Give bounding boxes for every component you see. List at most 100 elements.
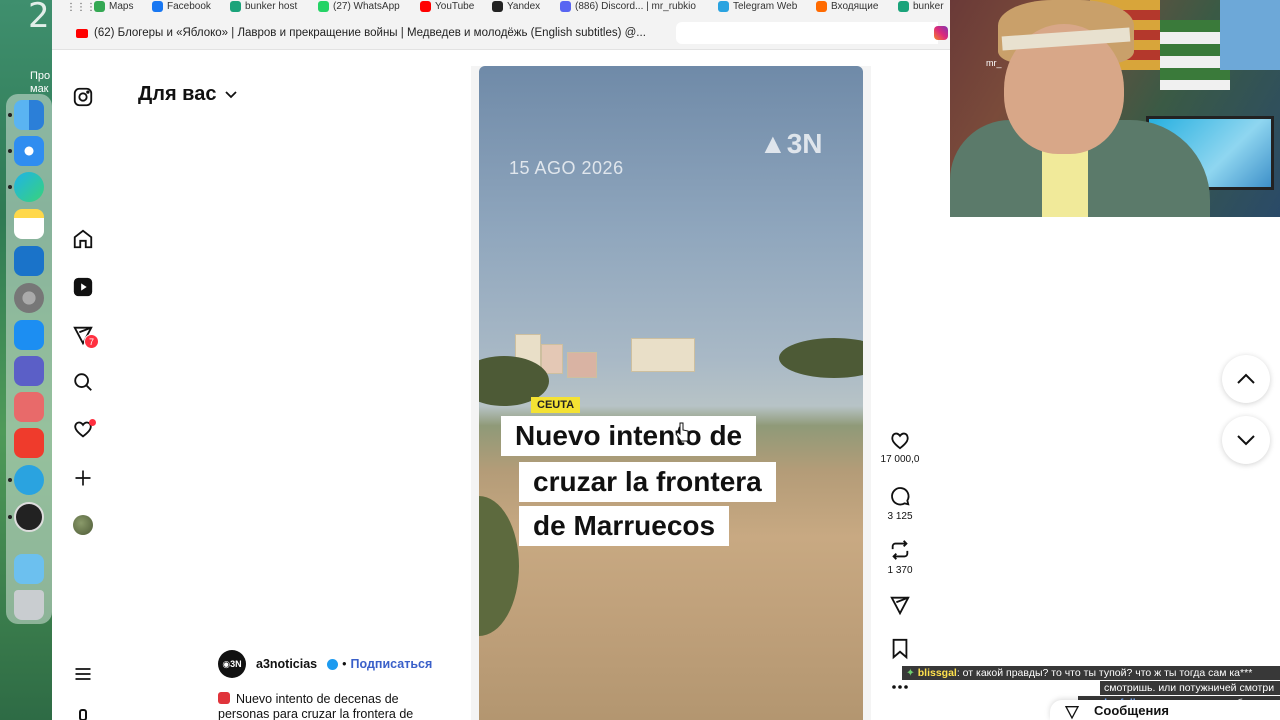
like-button[interactable]: 17 000,0 [876, 430, 924, 465]
reel-video[interactable]: 15 AGO 2026 ▲3N CEUTA Nuevo intento de c… [479, 66, 863, 720]
comment-count: 3 125 [887, 511, 913, 522]
whatsapp-icon [318, 1, 329, 12]
webcam-overlay: mr_ [950, 0, 1280, 217]
a3n-watermark: ▲3N [759, 128, 823, 159]
messages-badge: 7 [84, 334, 99, 349]
running-indicator [8, 185, 12, 189]
browser-tab[interactable]: (62) Блогеры и «Яблоко» | Лавров и прекр… [76, 22, 676, 44]
repost-icon [891, 540, 909, 560]
scenery-building [631, 338, 695, 372]
chevron-down-icon [1237, 435, 1255, 446]
chat-username: blissgal [917, 667, 957, 679]
youtube-favicon-icon [76, 28, 88, 38]
feed-selector[interactable]: Для вас [138, 83, 238, 106]
post-author: ◉3N a3noticias • Подписаться [218, 650, 432, 678]
telegram-icon[interactable] [14, 465, 44, 495]
apps-grid-icon[interactable]: ⋮⋮⋮ [66, 2, 96, 13]
running-indicator [8, 113, 12, 117]
threads-icon[interactable] [71, 706, 95, 720]
folder-icon[interactable] [14, 554, 44, 584]
verified-badge-icon [327, 658, 339, 670]
save-button[interactable] [876, 638, 924, 664]
profile-avatar[interactable] [71, 513, 95, 537]
chat-message: смотришь. или потужничей смотри [1100, 681, 1280, 695]
bookmarks-bar: ⋮⋮⋮ Maps Facebook bunker host (27) Whats… [52, 0, 950, 16]
bookmark-discord[interactable]: (886) Discord... | mr_rubkio [560, 1, 696, 12]
author-name[interactable]: a3noticias [256, 657, 317, 671]
bookmark-maps[interactable]: Maps [94, 1, 133, 12]
bookmark-label: YouTube [435, 1, 475, 12]
reels-icon[interactable] [71, 275, 95, 299]
mail-icon [816, 1, 827, 12]
safari-icon[interactable] [14, 136, 44, 166]
comment-icon [891, 487, 910, 506]
running-indicator [8, 515, 12, 519]
home-icon[interactable] [71, 227, 95, 251]
anydesk-icon[interactable] [14, 428, 44, 458]
active-tab[interactable] [676, 22, 938, 44]
bookmark-facebook[interactable]: Facebook [152, 1, 211, 12]
bookmark-bunker-host[interactable]: bunker host [230, 1, 297, 12]
wall-flag [1220, 0, 1280, 70]
notification-dot [89, 419, 96, 426]
create-plus-icon[interactable] [71, 466, 95, 490]
follow-button[interactable]: Подписаться [351, 657, 433, 671]
more-menu-icon[interactable] [71, 662, 95, 686]
obs-icon[interactable] [14, 502, 44, 532]
chevron-down-icon [225, 90, 238, 98]
scenery-tree [479, 496, 519, 636]
bookmark-inbox[interactable]: Входящие [816, 1, 878, 12]
bookmark-label: (27) WhatsApp [333, 1, 400, 12]
search-icon[interactable] [71, 370, 95, 394]
facebook-icon [152, 1, 163, 12]
siren-icon [218, 692, 230, 704]
app-store-icon[interactable] [14, 320, 44, 350]
video-date-stamp: 15 AGO 2026 [509, 158, 624, 178]
previous-reel-button[interactable] [1222, 355, 1270, 403]
author-avatar[interactable]: ◉3N [218, 650, 246, 678]
heart-icon [891, 432, 909, 450]
comment-button[interactable]: 3 125 [876, 485, 924, 522]
messages-bar[interactable]: Сообщения [1050, 700, 1280, 720]
chat-text: смотришь. или потужничей смотри [1104, 682, 1275, 694]
bookmark-label: bunker [913, 1, 944, 12]
bookmark-icon [892, 638, 908, 660]
youtube-icon [420, 1, 431, 12]
post-caption[interactable]: Nuevo intento de decenas de personas par… [218, 692, 448, 720]
chat-emote-icon: ✦ [906, 667, 915, 679]
bookmark-whatsapp[interactable]: (27) WhatsApp [318, 1, 400, 12]
teams-icon[interactable] [14, 356, 44, 386]
bookmark-label: bunker host [245, 1, 298, 12]
settings-icon[interactable] [14, 283, 44, 313]
bunker-icon [898, 1, 909, 12]
bookmark-bunker[interactable]: bunker [898, 1, 944, 12]
running-indicator [8, 149, 12, 153]
feed-selector-label: Для вас [138, 83, 217, 105]
discord-icon [560, 1, 571, 12]
bookmark-youtube[interactable]: YouTube [420, 1, 474, 12]
package-icon[interactable] [14, 392, 44, 422]
bookmark-yandex[interactable]: Yandex [492, 1, 540, 12]
next-reel-button[interactable] [1222, 416, 1270, 464]
outlook-icon[interactable] [14, 246, 44, 276]
tab-title: (62) Блогеры и «Яблоко» | Лавров и прекр… [94, 27, 646, 39]
chevron-up-icon [1237, 373, 1255, 384]
instagram-favicon-icon[interactable] [934, 26, 948, 40]
author-separator: • [342, 657, 347, 671]
desktop-side-text: Про мак [30, 70, 50, 96]
desktop-background: 2 Про мак [0, 0, 52, 720]
repost-button[interactable]: 1 370 [876, 539, 924, 576]
edge-icon[interactable] [14, 172, 44, 202]
person-tshirt [1042, 148, 1088, 217]
share-icon [890, 596, 910, 616]
direct-messages-icon [1064, 706, 1080, 720]
share-button[interactable] [876, 594, 924, 620]
scenery-tree [779, 338, 863, 378]
trash-icon[interactable] [14, 590, 44, 620]
bookmark-telegram[interactable]: Telegram Web [718, 1, 797, 12]
video-caption-line: Nuevo intento de [501, 416, 757, 456]
desktop-space-number: 2 [28, 0, 50, 36]
instagram-logo-icon[interactable] [71, 85, 95, 109]
notes-icon[interactable] [14, 209, 44, 239]
finder-icon[interactable] [14, 100, 44, 130]
